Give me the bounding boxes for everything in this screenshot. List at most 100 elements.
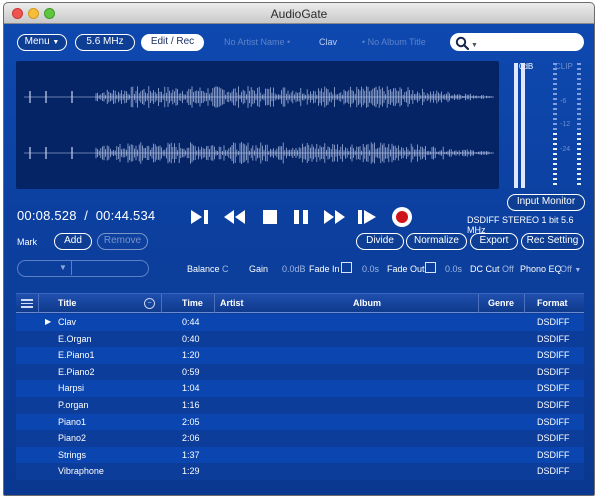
column-genre[interactable]: Genre <box>488 298 514 308</box>
edit-rec-button[interactable]: Edit / Rec <box>141 34 204 51</box>
table-row[interactable]: E.Organ 0:40 DSDIFF <box>16 330 584 348</box>
artist-name-field[interactable]: No Artist Name • <box>224 37 290 47</box>
track-format: DSDIFF <box>537 366 570 377</box>
app-window: AudioGate Menu ▼ 5.6 MHz Edit / Rec No A… <box>3 2 595 496</box>
meter-right-bar <box>521 63 525 188</box>
meter-segment <box>553 78 557 80</box>
meter-segment <box>577 123 581 125</box>
rewind-button[interactable] <box>223 205 247 229</box>
meter-scale-12: -12 <box>560 121 571 128</box>
pause-button[interactable] <box>291 205 311 229</box>
track-time: 2:06 <box>182 433 200 444</box>
meter-segment <box>553 133 557 135</box>
fade-out-checkbox[interactable] <box>425 262 436 273</box>
column-time[interactable]: Time <box>182 298 203 308</box>
window-title: AudioGate <box>270 7 328 21</box>
pause-icon <box>294 210 308 224</box>
table-row[interactable]: Piano1 2:05 DSDIFF <box>16 413 584 431</box>
fade-out-value[interactable]: 0.0s <box>445 264 462 274</box>
meter-segment <box>577 158 581 160</box>
table-row[interactable]: P.organ 1:16 DSDIFF <box>16 396 584 414</box>
play-from-start-button[interactable] <box>189 205 211 229</box>
track-time: 0:59 <box>182 366 200 377</box>
meter-segment <box>577 73 581 75</box>
meter-scale-24: -24 <box>560 146 571 153</box>
menu-button[interactable]: Menu ▼ <box>17 34 67 51</box>
mark-selector[interactable]: ▼ <box>17 260 149 277</box>
sample-rate-button[interactable]: 5.6 MHz <box>75 34 135 51</box>
header-divider <box>478 294 479 313</box>
track-format: DSDIFF <box>537 449 570 460</box>
meter-segment <box>553 108 557 110</box>
search-menu[interactable]: ▼ <box>453 34 479 50</box>
meter-segment <box>553 163 557 165</box>
add-mark-button[interactable]: Add <box>54 233 92 250</box>
header-divider <box>214 294 215 313</box>
sort-icon[interactable]: − <box>144 298 155 309</box>
column-title[interactable]: Title <box>58 298 76 308</box>
track-format: DSDIFF <box>537 416 570 427</box>
track-time: 2:05 <box>182 416 200 427</box>
record-icon <box>392 207 412 227</box>
table-row[interactable]: E.Piano2 0:59 DSDIFF <box>16 363 584 381</box>
export-button[interactable]: Export <box>470 233 518 250</box>
meter-segment <box>577 168 581 170</box>
remove-mark-button[interactable]: Remove <box>97 233 148 250</box>
dc-cut-control[interactable]: DC Cut Off <box>470 264 514 274</box>
meter-segment <box>553 88 557 90</box>
meter-segment <box>577 183 581 185</box>
table-row[interactable]: Harpsi 1:04 DSDIFF <box>16 380 584 397</box>
table-row[interactable]: Strings 1:37 DSDIFF <box>16 446 584 464</box>
input-monitor-button[interactable]: Input Monitor <box>507 194 585 211</box>
rewind-icon <box>224 210 245 224</box>
waveform-left-channel <box>24 86 494 108</box>
meter-segment <box>577 153 581 155</box>
record-button[interactable] <box>390 205 414 229</box>
table-row[interactable]: Piano2 2:06 DSDIFF <box>16 430 584 447</box>
column-menu-button[interactable] <box>19 297 35 310</box>
clip-indicator: CLIP <box>555 62 573 71</box>
track-title: P.organ <box>58 399 89 410</box>
meter-segment <box>553 123 557 125</box>
fast-forward-button[interactable] <box>322 205 346 229</box>
stop-button[interactable] <box>260 205 280 229</box>
waveform-display[interactable] <box>16 61 499 189</box>
column-artist[interactable]: Artist <box>220 298 244 308</box>
time-display: 00:08.528 / 00:44.534 <box>17 208 155 223</box>
track-time: 0:40 <box>182 333 200 344</box>
table-row[interactable]: E.Piano1 1:20 DSDIFF <box>16 347 584 364</box>
album-title-field[interactable]: • No Album Title <box>362 37 426 47</box>
track-time: 1:04 <box>182 383 200 394</box>
gain-value[interactable]: 0.0dB <box>282 264 306 274</box>
table-row[interactable]: Vibraphone 1:29 DSDIFF <box>16 463 584 480</box>
waveform-right-channel <box>24 142 494 164</box>
track-time: 0:44 <box>182 317 200 327</box>
meter-segment <box>577 138 581 140</box>
meter-segment <box>553 143 557 145</box>
fade-in-value[interactable]: 0.0s <box>362 264 379 274</box>
chevron-down-icon: ▼ <box>574 267 582 274</box>
column-album[interactable]: Album <box>353 298 381 308</box>
chevron-down-icon: ▼ <box>52 39 60 46</box>
play-to-end-button[interactable] <box>356 205 378 229</box>
menu-label: Menu <box>24 36 50 47</box>
divide-button[interactable]: Divide <box>356 233 404 250</box>
search-input[interactable] <box>480 35 580 49</box>
column-format[interactable]: Format <box>537 298 568 308</box>
phono-eq-select[interactable]: Off ▼ <box>560 264 581 274</box>
fade-in-checkbox[interactable] <box>341 262 352 273</box>
track-name-field[interactable]: Clav <box>319 37 337 47</box>
rec-setting-button[interactable]: Rec Setting <box>521 233 584 250</box>
main-panel: Menu ▼ 5.6 MHz Edit / Rec No Artist Name… <box>4 24 594 495</box>
track-list: ▶ Clav 0:44 DSDIFF E.Organ 0:40 DSDIFF E.Piano1… <box>16 314 584 480</box>
mark-label: Mark <box>17 237 37 247</box>
track-format: DSDIFF <box>537 333 570 344</box>
normalize-button[interactable]: Normalize <box>406 233 467 250</box>
track-format: DSDIFF <box>537 383 570 394</box>
balance-control[interactable]: Balance C <box>187 264 229 274</box>
meter-segment <box>577 63 581 65</box>
meter-segment <box>553 93 557 95</box>
search-icon <box>455 36 469 50</box>
meter-segment <box>553 148 557 150</box>
table-row[interactable]: ▶ Clav 0:44 DSDIFF <box>16 314 584 331</box>
